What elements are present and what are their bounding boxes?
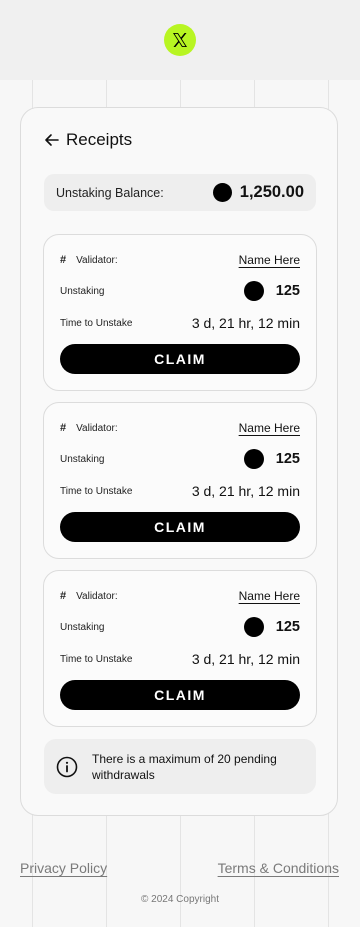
time-label: Time to Unstake xyxy=(60,653,133,665)
receipt-card: # Validator: Name Here Unstaking 125 Time… xyxy=(43,234,317,391)
unstaking-label: Unstaking xyxy=(60,621,105,633)
time-label: Time to Unstake xyxy=(60,317,133,329)
unstaking-label: Unstaking xyxy=(60,453,105,465)
token-icon xyxy=(212,183,232,202)
hash-icon: # xyxy=(60,590,67,602)
validator-name-link[interactable]: Name Here xyxy=(239,253,300,267)
time-to-unstake: 3 d, 21 hr, 12 min xyxy=(191,483,300,499)
validator-label: Validator: xyxy=(76,590,118,602)
info-text: There is a maximum of 20 pending withdra… xyxy=(92,751,277,782)
balance-value: 1,250.00 xyxy=(239,183,304,201)
withdrawal-info-notice: There is a maximum of 20 pending withdra… xyxy=(44,739,316,794)
receipt-card: # Validator: Name Here Unstaking 125 Time… xyxy=(43,402,317,559)
hash-icon: # xyxy=(60,254,67,266)
validator-label: Validator: xyxy=(76,422,118,434)
token-icon xyxy=(243,449,264,469)
unstaking-label: Unstaking xyxy=(60,285,105,297)
claim-button[interactable]: CLAIM xyxy=(60,680,300,710)
page-title: Receipts xyxy=(66,130,133,149)
info-icon xyxy=(56,756,78,778)
top-bar xyxy=(0,0,360,80)
hash-icon: # xyxy=(60,422,67,434)
claim-button[interactable]: CLAIM xyxy=(60,344,300,374)
time-label: Time to Unstake xyxy=(60,485,133,497)
receipts-panel: Receipts Unstaking Balance: 1,250.00 # Va… xyxy=(20,107,338,816)
receipt-card: # Validator: Name Here Unstaking 125 Time… xyxy=(43,570,317,727)
unstaking-amount: 125 xyxy=(275,283,300,299)
arrow-left-icon[interactable] xyxy=(44,132,60,148)
unstaking-balance: Unstaking Balance: 1,250.00 xyxy=(44,174,316,211)
validator-name-link[interactable]: Name Here xyxy=(239,421,300,435)
receipts-header[interactable]: Receipts xyxy=(44,130,132,150)
validator-label: Validator: xyxy=(76,254,118,266)
time-to-unstake: 3 d, 21 hr, 12 min xyxy=(191,315,300,331)
token-icon xyxy=(243,617,264,637)
balance-label: Unstaking Balance: xyxy=(56,185,164,200)
privacy-policy-link[interactable]: Privacy Policy xyxy=(20,860,107,876)
time-to-unstake: 3 d, 21 hr, 12 min xyxy=(191,651,300,667)
copyright-text: © 2024 Copyright xyxy=(141,894,219,905)
unstaking-amount: 125 xyxy=(275,619,300,635)
validator-name-link[interactable]: Name Here xyxy=(239,589,300,603)
claim-button[interactable]: CLAIM xyxy=(60,512,300,542)
x-logo-icon[interactable] xyxy=(164,24,196,56)
token-icon xyxy=(243,281,264,301)
terms-conditions-link[interactable]: Terms & Conditions xyxy=(218,860,339,876)
unstaking-amount: 125 xyxy=(275,451,300,467)
